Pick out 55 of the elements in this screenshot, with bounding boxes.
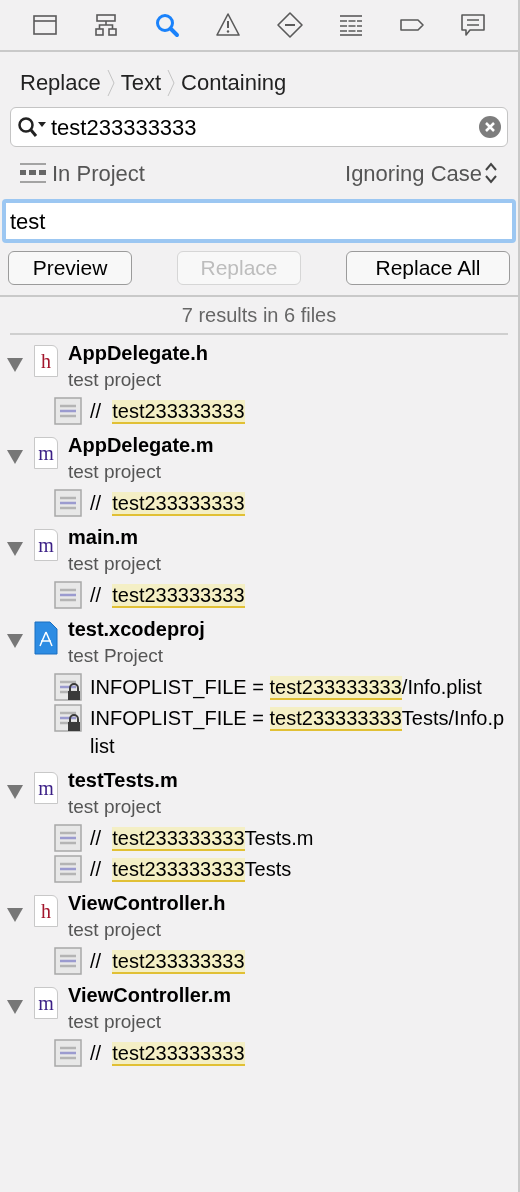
locked-document-icon <box>54 673 82 701</box>
chevron-icon <box>167 68 176 97</box>
action-button[interactable]: Replace All <box>346 251 510 285</box>
scope-icon <box>20 162 46 184</box>
file-name[interactable]: testTests.m <box>68 766 178 794</box>
project-name: test project <box>68 460 162 484</box>
file-name[interactable]: AppDelegate.m <box>68 431 214 459</box>
file-name[interactable]: ViewController.m <box>68 981 231 1009</box>
scope-selector[interactable]: In Project <box>20 156 145 190</box>
document-icon <box>54 489 82 517</box>
source-file-icon: m <box>34 772 58 804</box>
file-name[interactable]: AppDelegate.h <box>68 339 209 367</box>
action-button[interactable]: Preview <box>8 251 132 285</box>
document-icon <box>54 581 82 609</box>
project-name: test project <box>68 368 162 392</box>
project-name: test project <box>68 795 162 819</box>
setting-match-text[interactable]: INFOPLIST_FILE = test233333333/Info.plist <box>90 673 482 701</box>
up-down-chevron-icon <box>484 161 498 185</box>
breadcrumb-item[interactable]: Containing <box>181 66 287 99</box>
document-icon <box>54 947 82 975</box>
source-file-icon: h <box>34 345 58 377</box>
chevron-icon <box>106 68 115 97</box>
project-name: test project <box>68 552 161 576</box>
case-selector[interactable]: Ignoring Case <box>345 156 498 190</box>
disclosure-triangle-icon[interactable] <box>6 355 24 373</box>
search-icon[interactable] <box>17 116 47 138</box>
project-name: test project <box>68 918 162 942</box>
project-name: test Project <box>68 644 165 668</box>
source-file-icon: h <box>34 895 58 927</box>
disclosure-triangle-icon[interactable] <box>6 905 24 923</box>
clear-icon[interactable] <box>479 116 501 138</box>
breadcrumb-item[interactable]: Replace <box>20 66 101 99</box>
results-summary: 7 results in 6 files <box>181 303 337 328</box>
replace-field[interactable]: test <box>2 199 516 243</box>
search-field[interactable]: test233333333 <box>10 107 508 147</box>
source-file-icon: m <box>34 437 58 469</box>
file-name[interactable]: test.xcodeproj <box>68 615 205 643</box>
document-icon <box>54 1039 82 1067</box>
disclosure-triangle-icon[interactable] <box>6 782 24 800</box>
breadcrumb-item[interactable]: Text <box>120 66 162 99</box>
disclosure-triangle-icon[interactable] <box>6 997 24 1015</box>
disclosure-triangle-icon[interactable] <box>6 539 24 557</box>
file-name[interactable]: ViewController.h <box>68 889 226 917</box>
project-file-icon <box>34 621 58 655</box>
file-name[interactable]: main.m <box>68 523 161 551</box>
disclosure-triangle-icon[interactable] <box>6 631 24 649</box>
source-file-icon: m <box>34 987 58 1019</box>
document-icon <box>54 397 82 425</box>
disclosure-triangle-icon[interactable] <box>6 447 24 465</box>
project-name: test project <box>68 1010 162 1034</box>
document-icon <box>54 855 82 883</box>
diamond-minus-icon[interactable] <box>274 10 305 40</box>
document-icon <box>54 824 82 852</box>
locked-document-icon <box>54 704 82 732</box>
source-file-icon: m <box>34 529 58 561</box>
